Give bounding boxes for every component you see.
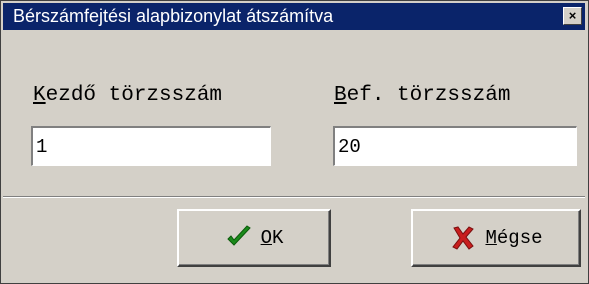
ok-label-rest: K	[272, 227, 284, 249]
separator-highlight	[3, 197, 585, 198]
checkmark-icon	[226, 225, 251, 246]
start-number-input[interactable]	[33, 128, 270, 165]
cancel-button-label: Mégse	[485, 227, 542, 249]
ok-button-label: OK	[261, 227, 284, 249]
end-label-text: ef. törzsszám	[346, 84, 511, 107]
end-number-field[interactable]	[333, 126, 577, 166]
end-number-label: Bef. törzsszám	[334, 84, 510, 107]
end-number-input[interactable]	[335, 128, 576, 165]
close-icon: ×	[568, 8, 577, 23]
start-number-label: Kezdő törzsszám	[33, 84, 222, 107]
ok-button[interactable]: OK	[177, 209, 331, 267]
dialog-window: Bérszámfejtési alapbizonylat átszámítva …	[0, 0, 589, 284]
title-bar[interactable]: Bérszámfejtési alapbizonylat átszámítva …	[3, 3, 585, 30]
cancel-button[interactable]: Mégse	[411, 209, 581, 267]
close-button[interactable]: ×	[563, 7, 582, 25]
window-title: Bérszámfejtési alapbizonylat átszámítva	[13, 6, 334, 26]
cancel-button-content: Mégse	[413, 211, 579, 265]
cancel-label-rest: égse	[496, 227, 543, 249]
ok-button-content: OK	[179, 211, 329, 265]
start-number-field[interactable]	[31, 126, 271, 166]
cancel-accelerator: M	[485, 227, 497, 249]
start-label-text: ezdő törzsszám	[45, 84, 223, 107]
start-label-accelerator: K	[33, 84, 46, 107]
ok-accelerator: O	[260, 227, 272, 249]
end-label-accelerator: B	[334, 84, 347, 107]
x-icon	[452, 226, 475, 250]
